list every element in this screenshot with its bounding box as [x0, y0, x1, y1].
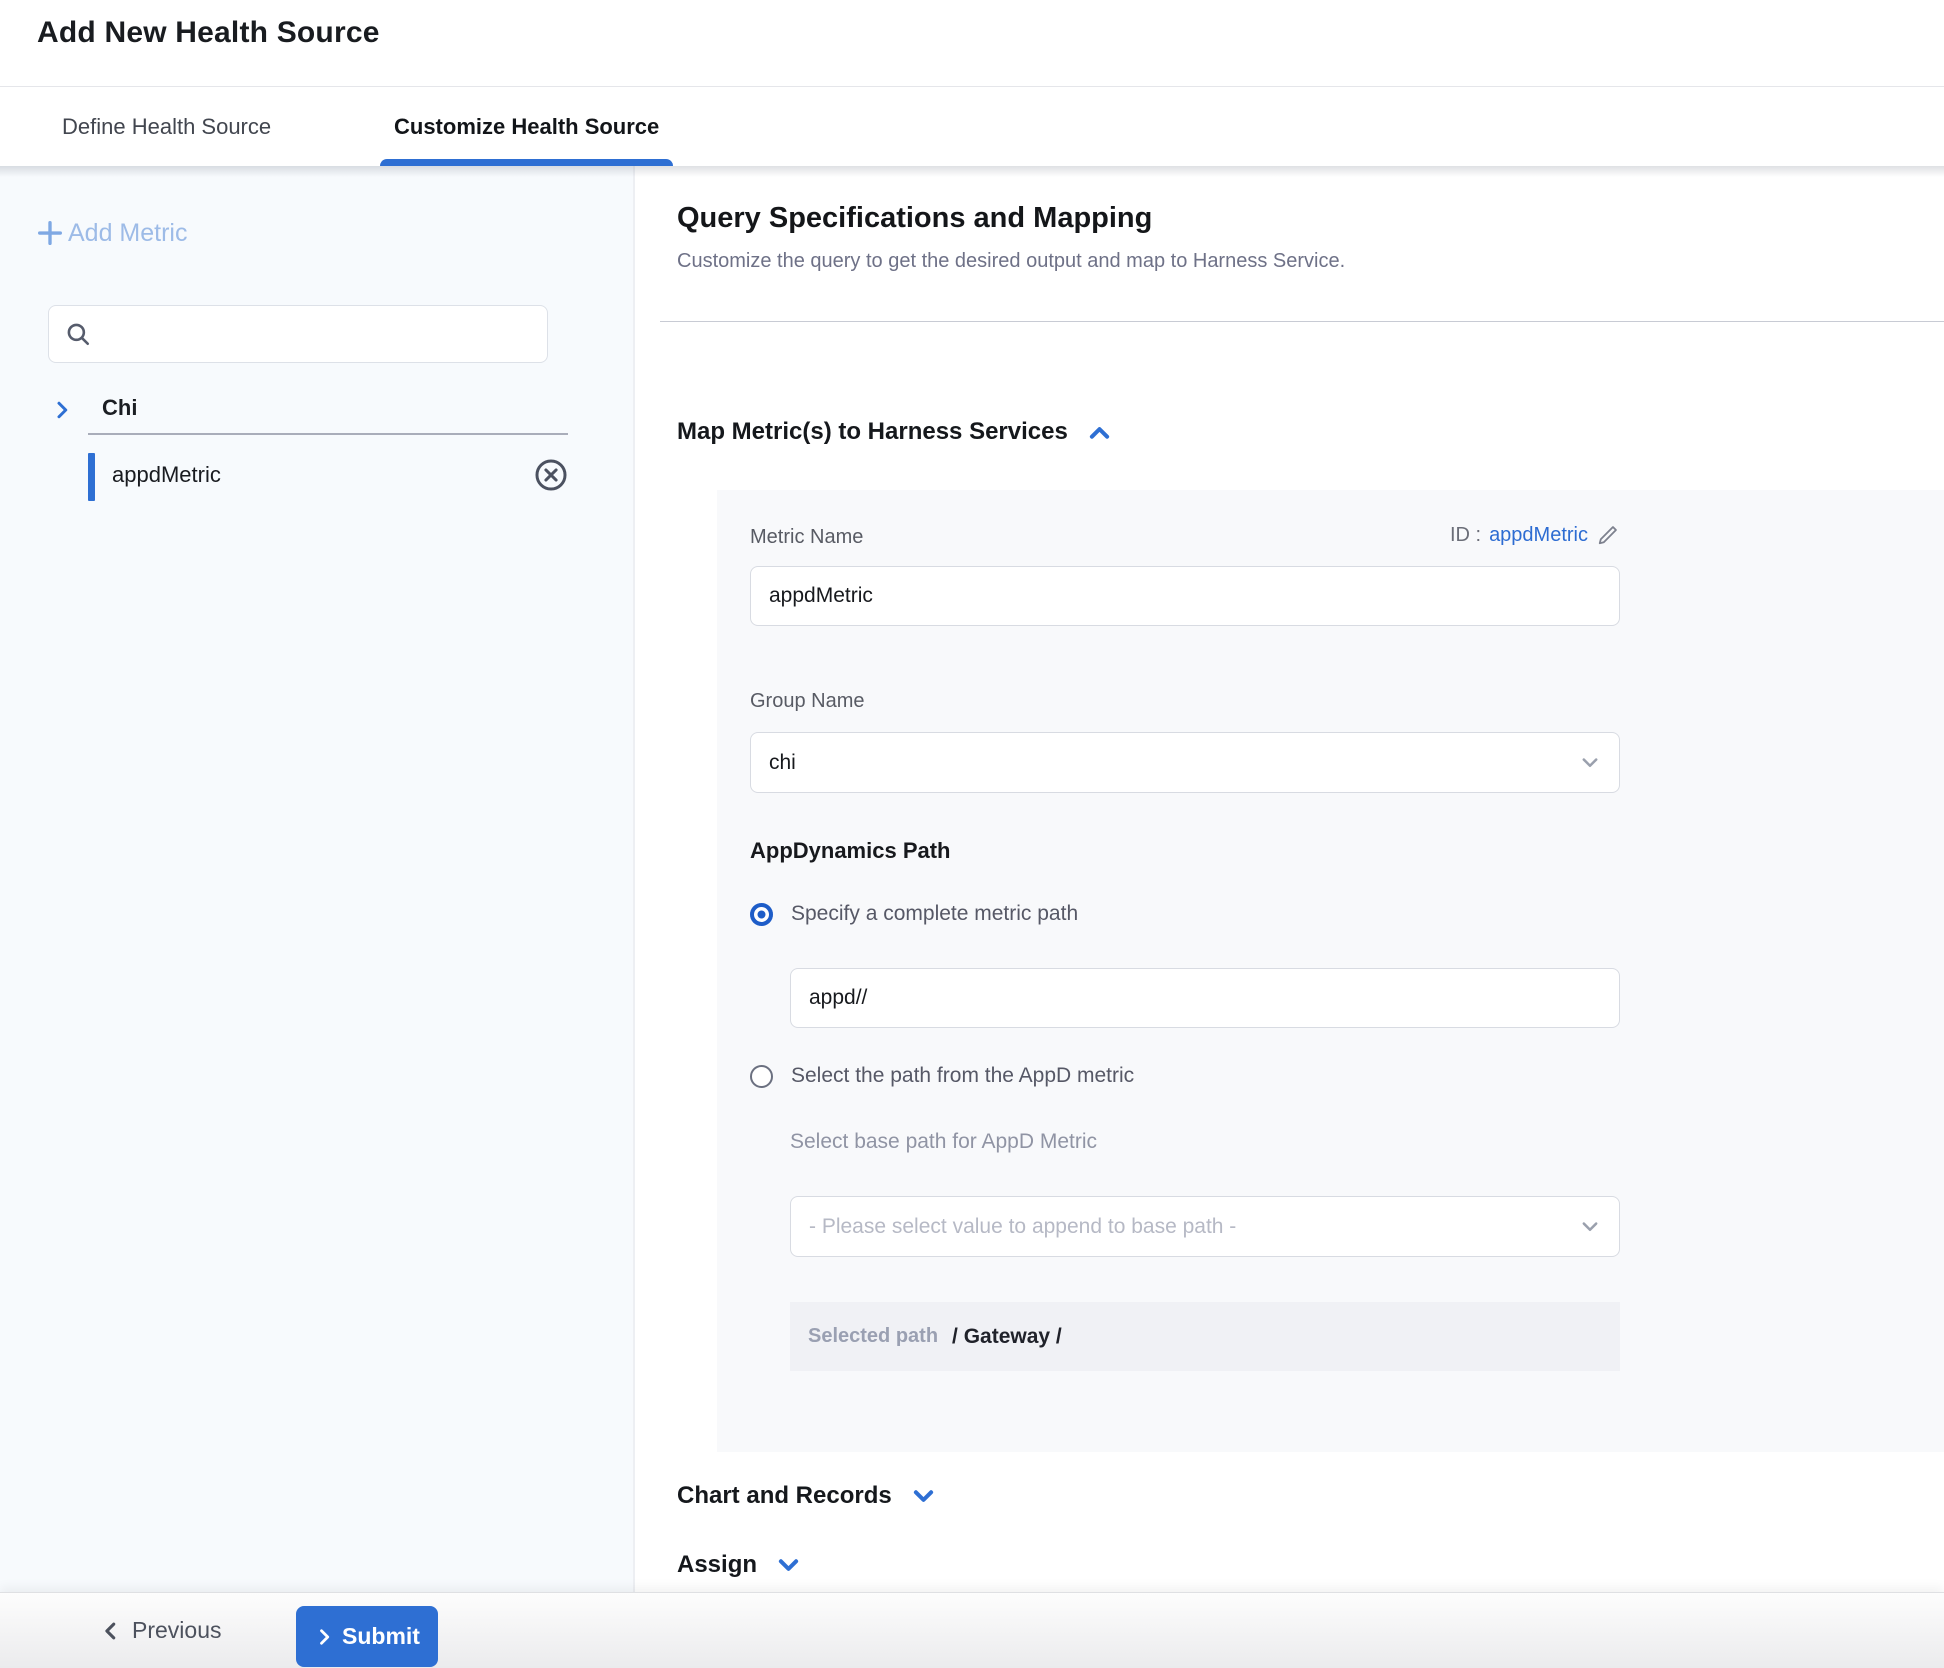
- base-path-placeholder: - Please select value to append to base …: [809, 1215, 1579, 1239]
- radio-complete-metric-path[interactable]: Specify a complete metric path: [750, 902, 1078, 926]
- tab-define-health-source[interactable]: Define Health Source: [62, 87, 271, 166]
- radio-select-path-from-appd[interactable]: Select the path from the AppD metric: [750, 1064, 1134, 1088]
- radio-complete-metric-path-label: Specify a complete metric path: [791, 902, 1078, 926]
- previous-button[interactable]: Previous: [100, 1593, 221, 1668]
- submit-button[interactable]: Submit: [296, 1606, 438, 1667]
- section-subheading: Customize the query to get the desired o…: [677, 250, 1345, 273]
- metric-search-box: [48, 305, 548, 363]
- radio-select-path-from-appd-label: Select the path from the AppD metric: [791, 1064, 1134, 1088]
- chevron-left-icon: [100, 1620, 122, 1642]
- selected-metric-indicator: [88, 453, 95, 501]
- id-label: ID :: [1450, 524, 1481, 547]
- group-name-value: chi: [769, 751, 1579, 775]
- base-path-label: Select base path for AppD Metric: [790, 1130, 1097, 1154]
- add-health-source-dialog: Add New Health Source Define Health Sour…: [0, 0, 1944, 1668]
- chevron-down-icon: [775, 1552, 802, 1579]
- previous-button-label: Previous: [132, 1617, 221, 1644]
- chevron-down-icon: [910, 1483, 937, 1510]
- chevron-right-icon[interactable]: [50, 398, 74, 422]
- metric-item-name: appdMetric: [112, 462, 221, 488]
- dialog-footer: Previous Submit: [0, 1592, 1944, 1668]
- query-specifications-panel: Query Specifications and Mapping Customi…: [637, 166, 1944, 1592]
- group-divider: [88, 433, 568, 435]
- map-metrics-section-title: Map Metric(s) to Harness Services: [677, 418, 1068, 446]
- metric-group-row[interactable]: Chi: [0, 390, 633, 434]
- map-metrics-form: Metric Name ID : appdMetric Group Name c…: [717, 490, 1944, 1452]
- assign-section-title: Assign: [677, 1551, 757, 1579]
- search-icon: [65, 321, 91, 347]
- map-metrics-section-toggle[interactable]: Map Metric(s) to Harness Services: [677, 418, 1113, 446]
- page-title: Add New Health Source: [37, 16, 380, 50]
- metric-group-name: Chi: [102, 395, 137, 421]
- chart-and-records-section-toggle[interactable]: Chart and Records: [677, 1482, 937, 1510]
- base-path-select[interactable]: - Please select value to append to base …: [790, 1196, 1620, 1257]
- metrics-sidebar: Add Metric Chi appdMetric: [0, 166, 635, 1592]
- submit-button-label: Submit: [342, 1623, 420, 1650]
- chevron-right-icon: [314, 1627, 334, 1647]
- radio-unselected-icon[interactable]: [750, 1065, 773, 1088]
- selected-path-label: Selected path: [808, 1325, 938, 1348]
- radio-selected-icon[interactable]: [750, 903, 773, 926]
- plus-icon: [35, 218, 65, 248]
- search-input[interactable]: [103, 323, 531, 346]
- dialog-header: Add New Health Source: [0, 0, 1944, 86]
- heading-divider: [660, 321, 1944, 322]
- group-name-select[interactable]: chi: [750, 732, 1620, 793]
- metric-name-input[interactable]: [750, 566, 1620, 626]
- section-heading: Query Specifications and Mapping: [677, 202, 1152, 235]
- remove-metric-icon[interactable]: [534, 458, 568, 492]
- edit-id-icon[interactable]: [1596, 523, 1620, 547]
- selected-path-bar: Selected path / Gateway /: [790, 1302, 1620, 1371]
- appdynamics-path-label: AppDynamics Path: [750, 838, 951, 864]
- selected-path-value: / Gateway /: [952, 1325, 1062, 1349]
- group-name-label: Group Name: [750, 690, 865, 713]
- add-metric-button[interactable]: Add Metric: [35, 218, 187, 248]
- chevron-down-icon: [1579, 1216, 1601, 1238]
- assign-section-toggle[interactable]: Assign: [677, 1551, 802, 1579]
- add-metric-label: Add Metric: [68, 219, 187, 248]
- metric-id-block: ID : appdMetric: [1450, 523, 1620, 547]
- tab-bar: Define Health Source Customize Health So…: [0, 86, 1944, 166]
- dialog-body: Add Metric Chi appdMetric: [0, 166, 1944, 1592]
- chart-and-records-section-title: Chart and Records: [677, 1482, 892, 1510]
- id-value[interactable]: appdMetric: [1489, 524, 1588, 547]
- metric-name-label: Metric Name: [750, 526, 863, 549]
- chevron-up-icon: [1086, 419, 1113, 446]
- tab-customize-health-source[interactable]: Customize Health Source: [394, 87, 659, 166]
- chevron-down-icon: [1579, 752, 1601, 774]
- complete-metric-path-input[interactable]: [790, 968, 1620, 1028]
- metric-list-item[interactable]: appdMetric: [0, 445, 633, 511]
